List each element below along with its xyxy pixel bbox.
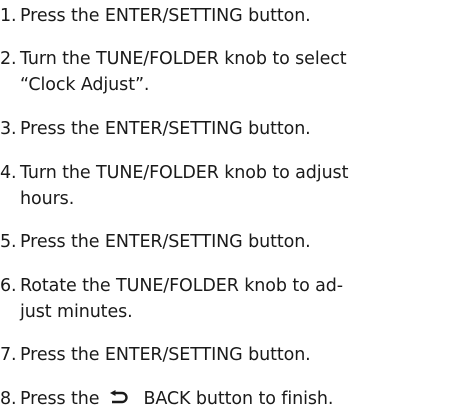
step-text-continued: just minutes. (20, 302, 133, 322)
step-number: 7. (0, 345, 17, 365)
step-number: 3. (0, 119, 17, 139)
step-number: 8. (0, 389, 17, 409)
step-text: Press the ENTER/SETTING button. (20, 345, 311, 365)
step-text-before-icon: Press the (20, 389, 100, 409)
step-text: Press the ENTER/SETTING button. (20, 119, 311, 139)
step-text: Press the ENTER/SETTING button. (20, 232, 311, 252)
step-text: Press the ENTER/SETTING button. (20, 6, 311, 26)
step-text-continued: “Clock Adjust”. (20, 75, 150, 95)
step-number: 2. (0, 49, 17, 69)
step-number: 5. (0, 232, 17, 252)
step-text: Turn the TUNE/FOLDER knob to select (20, 49, 347, 69)
step-text: Turn the TUNE/FOLDER knob to adjust (20, 163, 349, 183)
step-text-continued: hours. (20, 189, 75, 209)
step-number: 6. (0, 276, 17, 296)
step-number: 1. (0, 6, 17, 26)
step-number: 4. (0, 163, 17, 183)
back-arrow-icon (109, 388, 129, 414)
step-text: Rotate the TUNE/FOLDER knob to ad- (20, 276, 344, 296)
step-text-after-icon: BACK button to finish. (143, 389, 334, 409)
step-text: Press the BACK button to finish. (20, 386, 333, 414)
